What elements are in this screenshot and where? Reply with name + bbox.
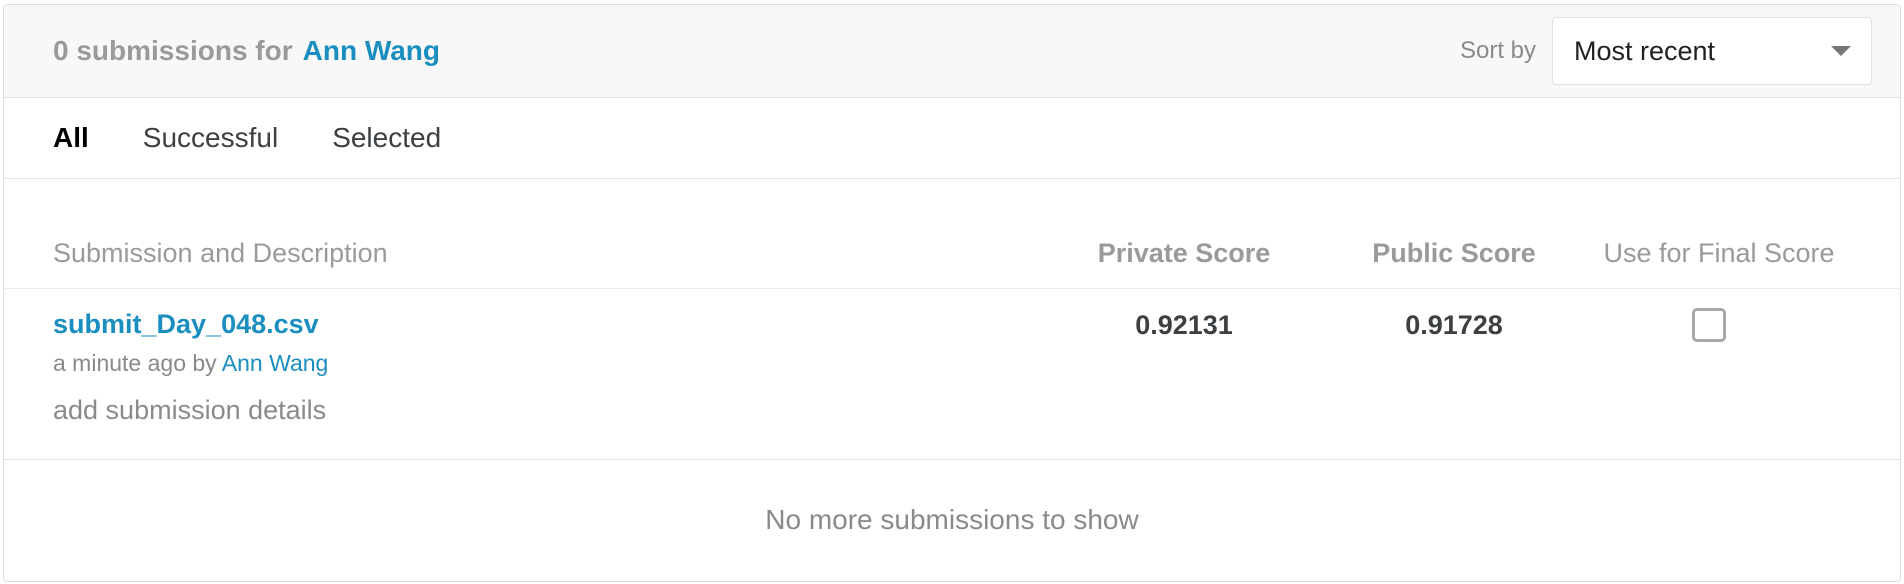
- chevron-down-icon: [1831, 46, 1851, 56]
- sort-label: Sort by: [1459, 37, 1536, 64]
- tab-all[interactable]: All: [53, 122, 89, 154]
- submissions-header: 0 submissions for Ann Wang Sort by Most …: [4, 5, 1900, 98]
- use-for-final-checkbox[interactable]: [1692, 308, 1726, 342]
- submission-time: a minute ago by: [53, 350, 217, 376]
- sort-controls: Sort by Most recent: [1460, 17, 1872, 85]
- private-score-value: 0.92131: [1135, 310, 1233, 340]
- column-header-public-score[interactable]: Public Score: [1324, 238, 1584, 269]
- submissions-panel: 0 submissions for Ann Wang Sort by Most …: [3, 4, 1901, 582]
- tab-selected[interactable]: Selected: [332, 122, 441, 154]
- column-header-private-score[interactable]: Private Score: [1054, 238, 1314, 269]
- table-header: Submission and Description Private Score…: [4, 179, 1900, 289]
- tab-successful[interactable]: Successful: [143, 122, 278, 154]
- submission-filter-tabs: All Successful Selected: [4, 98, 1900, 179]
- sort-dropdown[interactable]: Most recent: [1552, 17, 1872, 85]
- user-link[interactable]: Ann Wang: [303, 35, 440, 67]
- table-row: submit_Day_048.csv a minute ago by Ann W…: [4, 289, 1900, 460]
- column-header-description: Submission and Description: [53, 238, 388, 268]
- submissions-title: 0 submissions for Ann Wang: [53, 35, 440, 67]
- add-details-link[interactable]: add submission details: [53, 395, 326, 426]
- submission-count-text: 0 submissions for: [53, 35, 293, 66]
- column-header-use-for-final: Use for Final Score: [1603, 238, 1835, 268]
- submission-user-link[interactable]: Ann Wang: [222, 350, 329, 376]
- submission-meta: a minute ago by Ann Wang: [53, 350, 328, 377]
- no-more-submissions-message: No more submissions to show: [765, 504, 1139, 535]
- sort-selected-value: Most recent: [1574, 35, 1716, 66]
- public-score-value: 0.91728: [1405, 310, 1503, 340]
- submission-file-link[interactable]: submit_Day_048.csv: [53, 309, 319, 340]
